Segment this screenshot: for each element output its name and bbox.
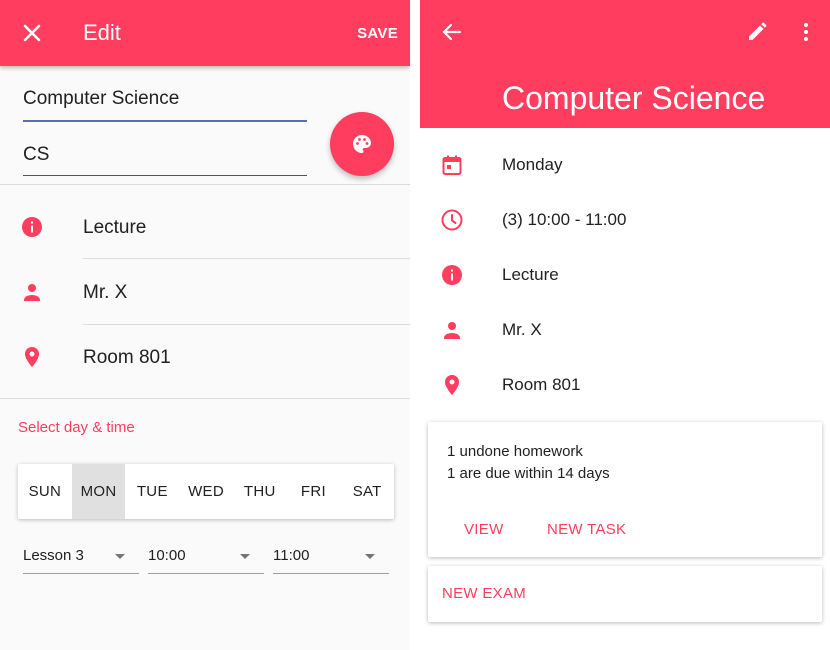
person-icon — [444, 322, 460, 339]
clock-icon — [441, 209, 463, 231]
dropdown-arrow-icon — [365, 554, 375, 559]
type-row-text: Lecture — [502, 265, 559, 284]
day-fri[interactable]: FRI — [287, 464, 341, 519]
divider — [0, 398, 410, 399]
divider — [83, 258, 410, 259]
edit-screen: Edit SAVE Computer Science CS Lecture Mr… — [0, 0, 410, 650]
dropdown-arrow-icon — [240, 554, 250, 559]
dropdown-arrow-icon — [115, 554, 125, 559]
homework-due-text: 1 are due within 14 days — [447, 465, 610, 482]
day-mon[interactable]: MON — [71, 464, 126, 519]
subject-title: Computer Science — [502, 80, 766, 116]
subject-abbr-value: CS — [23, 144, 50, 165]
new-task-button[interactable]: NEW TASK — [547, 521, 626, 538]
day-tue[interactable]: TUE — [125, 464, 179, 519]
time-row-text: (3) 10:00 - 11:00 — [502, 210, 627, 229]
day-time-section-label: Select day & time — [18, 419, 135, 436]
edit-icon[interactable] — [745, 20, 769, 44]
teacher-row-text: Mr. X — [502, 320, 542, 339]
end-time-underline — [273, 573, 389, 574]
homework-undone-text: 1 undone homework — [447, 443, 583, 460]
subject-abbr-underline — [23, 175, 307, 176]
start-time-underline — [148, 573, 264, 574]
subject-name-underline — [23, 120, 307, 122]
person-icon — [24, 284, 40, 301]
end-time-value: 11:00 — [273, 547, 310, 564]
divider — [83, 324, 410, 325]
location-icon — [445, 375, 459, 395]
exam-card: NEW EXAM — [428, 566, 822, 622]
end-time-select[interactable]: 11:00 — [273, 542, 389, 574]
lesson-select-value: Lesson 3 — [23, 547, 84, 564]
info-icon — [22, 217, 42, 237]
room-row-text[interactable]: Room 801 — [83, 347, 171, 369]
more-vert-icon[interactable] — [794, 20, 818, 44]
room-row-text: Room 801 — [502, 375, 581, 394]
calendar-icon — [442, 155, 462, 175]
color-picker-button[interactable] — [330, 112, 394, 176]
detail-screen: Computer Science Monday (3) 10:00 - 11:0… — [420, 0, 830, 650]
day-wed[interactable]: WED — [179, 464, 233, 519]
lesson-select[interactable]: Lesson 3 — [23, 542, 139, 574]
day-thu[interactable]: THU — [233, 464, 287, 519]
location-icon — [25, 347, 39, 367]
subject-name-value: Computer Science — [23, 88, 180, 109]
type-row-text[interactable]: Lecture — [83, 217, 146, 239]
start-time-select[interactable]: 10:00 — [148, 542, 264, 574]
day-row-text: Monday — [502, 155, 563, 174]
start-time-value: 10:00 — [148, 547, 186, 564]
palette-icon — [353, 135, 371, 153]
day-sat[interactable]: SAT — [340, 464, 394, 519]
edit-app-bar: Edit SAVE — [0, 0, 410, 66]
detail-header: Computer Science — [420, 0, 830, 128]
subject-abbr-field[interactable]: CS — [23, 144, 307, 176]
view-button[interactable]: VIEW — [464, 521, 504, 538]
save-button[interactable]: SAVE — [357, 25, 398, 42]
divider — [0, 184, 410, 185]
info-icon — [442, 265, 462, 285]
subject-name-field[interactable]: Computer Science — [23, 88, 307, 122]
edit-title: Edit — [83, 20, 121, 45]
lesson-select-underline — [23, 573, 139, 574]
homework-card: 1 undone homework 1 are due within 14 da… — [428, 422, 822, 557]
day-selector: SUN MON TUE WED THU FRI SAT — [18, 464, 394, 519]
day-sun[interactable]: SUN — [18, 464, 72, 519]
teacher-row-text[interactable]: Mr. X — [83, 282, 127, 304]
close-icon[interactable] — [18, 19, 46, 47]
new-exam-button[interactable]: NEW EXAM — [442, 585, 526, 602]
back-arrow-icon[interactable] — [440, 20, 464, 44]
